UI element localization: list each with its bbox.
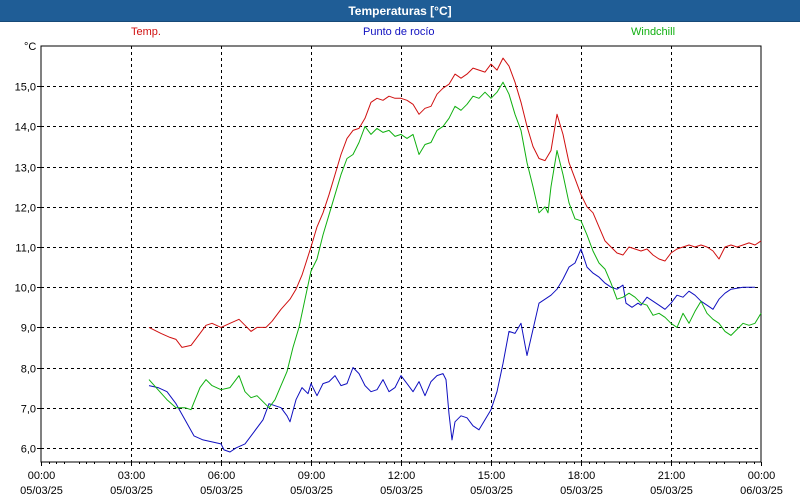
x-tick-date-label: 05/03/25 [560,485,603,497]
x-tick-time-label: 21:00 [658,470,686,482]
y-tick-label: 6,0 [21,444,36,456]
y-tick-label: 15,0 [15,82,36,94]
x-tick-time-label: 09:00 [298,470,326,482]
x-tick-date-label: 05/03/25 [650,485,693,497]
legend-item-temp: Temp. [131,26,161,38]
y-axis-unit-label: °C [24,41,36,53]
y-tick-label: 9,0 [21,323,36,335]
y-tick-label: 11,0 [15,243,36,255]
chart-title-bar: Temperaturas [°C] [0,0,800,22]
x-tick-time-label: 15:00 [478,470,506,482]
x-tick-date-label: 05/03/25 [290,485,333,497]
x-tick-time-label: 00:00 [748,470,776,482]
x-tick-date-label: 05/03/25 [470,485,513,497]
y-tick-label: 10,0 [15,283,36,295]
y-tick-label: 14,0 [15,122,36,134]
x-tick-date-label: 05/03/25 [380,485,423,497]
temperature-chart: 6,0 7,0 8,0 9,0 10,0 11,0 12,0 13,0 14,0 15,0 00:… [15,26,783,497]
x-axis: 00:00 05/03/25 03:00 05/03/25 06:00 05/03/25 0… [20,462,783,497]
x-tick-time-label: 03:00 [118,470,146,482]
x-tick-date-label: 06/03/25 [740,485,783,497]
x-tick-date-label: 05/03/25 [200,485,243,497]
x-tick-date-label: 05/03/25 [20,485,63,497]
y-tick-label: 13,0 [15,163,36,175]
y-axis: 6,0 7,0 8,0 9,0 10,0 11,0 12,0 13,0 14,0 15,0 [15,82,41,456]
x-tick-time-label: 12:00 [388,470,416,482]
y-tick-label: 8,0 [21,364,36,376]
chart-title: Temperaturas [°C] [348,3,452,18]
x-tick-time-label: 18:00 [568,470,596,482]
x-tick-time-label: 00:00 [28,470,56,482]
legend-item-punto-de-rocio: Punto de rocío [363,26,435,38]
y-tick-label: 7,0 [21,404,36,416]
y-tick-label: 12,0 [15,203,36,215]
legend-item-windchill: Windchill [631,26,675,38]
x-tick-time-label: 06:00 [208,470,236,482]
x-tick-date-label: 05/03/25 [110,485,153,497]
